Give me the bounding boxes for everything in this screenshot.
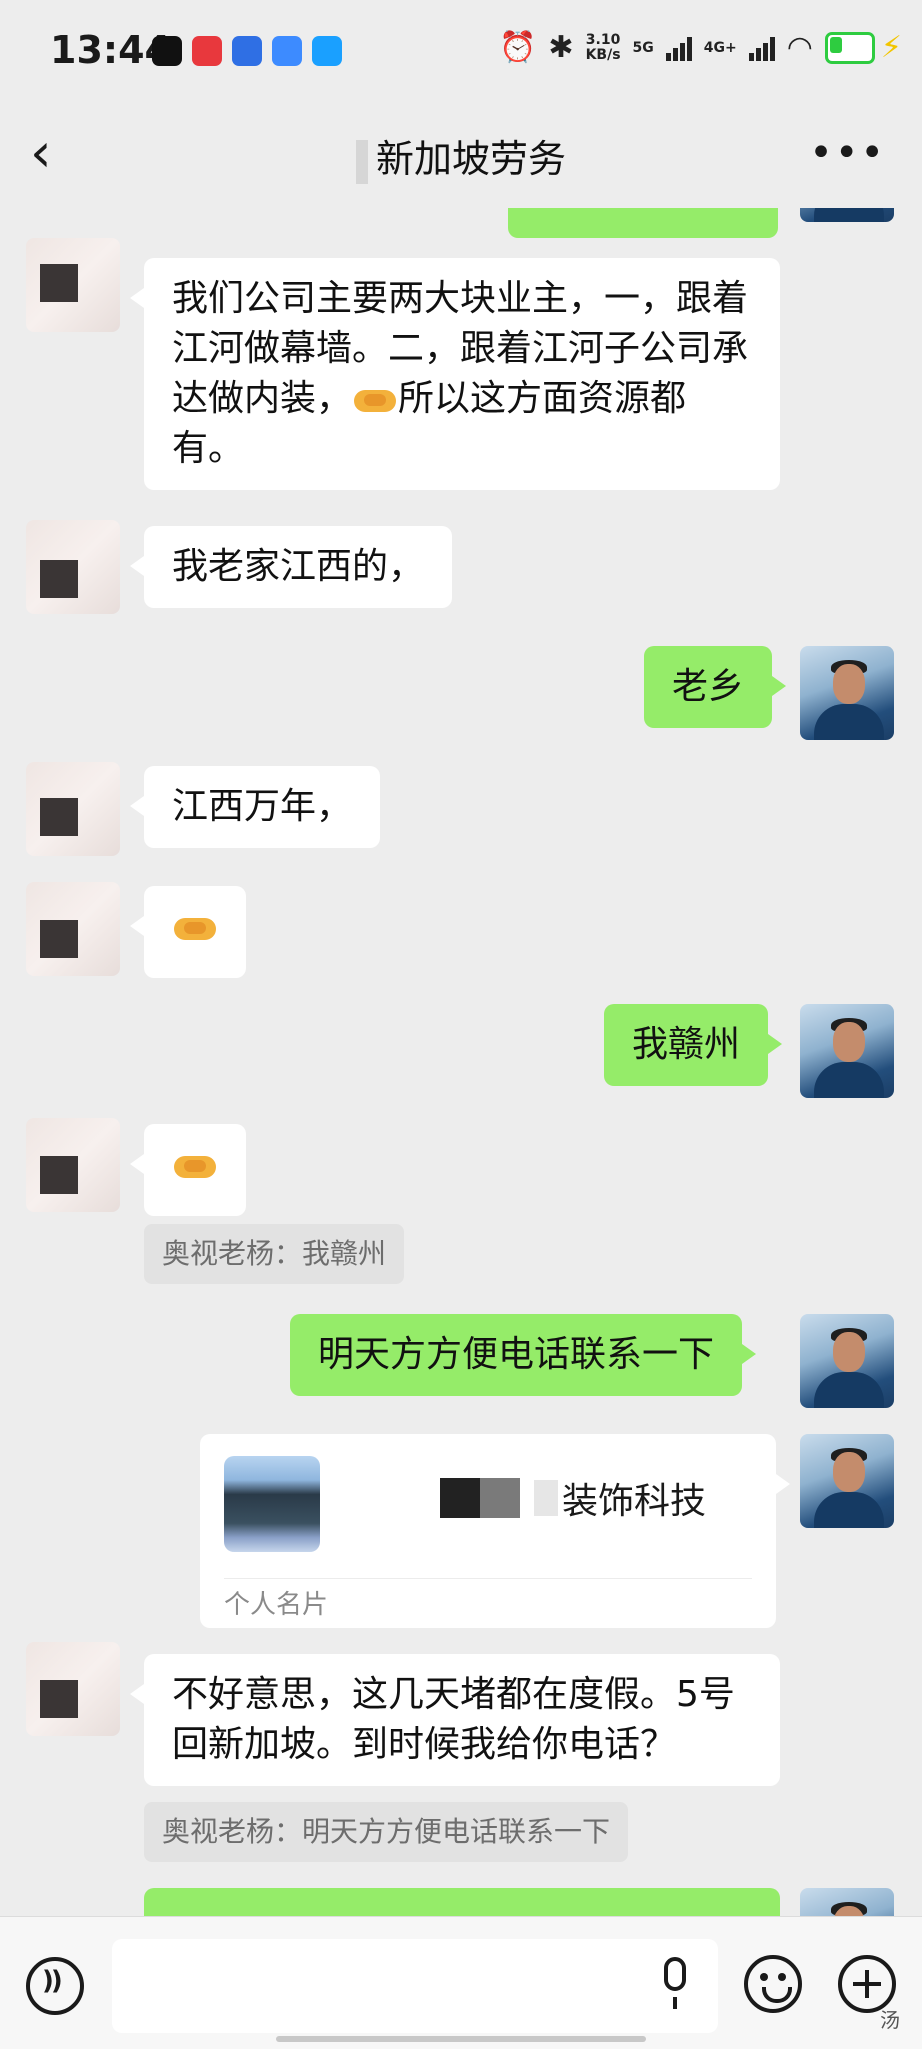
quoted-reply[interactable]: 奥视老杨：我赣州 bbox=[144, 1224, 405, 1284]
card-name-text: 装饰科技 bbox=[562, 1481, 707, 1522]
my-avatar[interactable] bbox=[800, 1004, 894, 1098]
battery-icon bbox=[824, 31, 875, 64]
contact-avatar[interactable] bbox=[26, 882, 120, 976]
mic-icon[interactable] bbox=[664, 1957, 686, 2009]
handshake-emoji-icon bbox=[352, 384, 398, 416]
baidu-icon bbox=[232, 36, 262, 66]
voice-mode-icon[interactable] bbox=[26, 1957, 84, 2015]
wifi-icon: ◠ bbox=[786, 29, 813, 65]
status-bar: 13:44 ⏰ ✱ 3.10 KB/s 5G 4G+ ◠ ⚡ bbox=[0, 0, 922, 108]
net-speed: 3.10 KB/s bbox=[585, 31, 621, 63]
network-5g: 5G bbox=[632, 39, 654, 56]
card-name-redaction bbox=[480, 1478, 520, 1518]
message-bubble-sent[interactable]: 我赣州 bbox=[604, 1004, 783, 1086]
signal-4g-icon bbox=[748, 35, 775, 61]
toutiao-icon bbox=[192, 36, 222, 66]
net-speed-value: 3.10 bbox=[585, 31, 621, 48]
quoted-reply[interactable]: 奥视老杨：明天方方便电话联系一下 bbox=[144, 1802, 629, 1862]
alarm-icon: ⏰ bbox=[499, 29, 537, 65]
contact-avatar[interactable] bbox=[26, 520, 120, 614]
card-type-label: 个人名片 bbox=[224, 1590, 329, 1620]
message-text: 江西万年， bbox=[172, 786, 353, 827]
home-indicator[interactable] bbox=[276, 2036, 646, 2042]
my-avatar[interactable] bbox=[800, 1434, 894, 1528]
contact-card[interactable]: 装饰科技 个人名片 bbox=[200, 1434, 790, 1628]
message-bubble-received[interactable]: 我们公司主要两大块业主，一，跟着江河做幕墙。二，跟着江河子公司承达做内装， 所以这… bbox=[130, 258, 780, 490]
status-indicators: ⏰ ✱ 3.10 KB/s 5G 4G+ ◠ ⚡ bbox=[499, 30, 902, 65]
contact-avatar[interactable] bbox=[26, 238, 120, 332]
my-avatar[interactable] bbox=[800, 1314, 894, 1408]
card-name-redaction bbox=[440, 1478, 480, 1518]
browser-icon bbox=[272, 36, 302, 66]
network-4g: 4G+ bbox=[703, 39, 737, 56]
partial-sent-bubble bbox=[508, 208, 778, 238]
card-name: 装饰科技 bbox=[440, 1472, 706, 1524]
my-avatar[interactable] bbox=[800, 1888, 894, 1916]
emoji-icon[interactable] bbox=[744, 1955, 802, 2013]
watermark: 汤 bbox=[880, 2008, 900, 2032]
contact-avatar[interactable] bbox=[26, 1642, 120, 1736]
my-avatar[interactable] bbox=[800, 208, 894, 222]
message-text: 我赣州 bbox=[632, 1024, 741, 1065]
handshake-emoji-icon bbox=[172, 1150, 218, 1182]
message-text: 我老家江西的， bbox=[172, 546, 425, 587]
bluetooth-icon: ✱ bbox=[548, 29, 574, 65]
handshake-emoji-icon bbox=[172, 912, 218, 944]
message-text: 明天方方便电话联系一下 bbox=[318, 1334, 715, 1375]
card-name-redaction bbox=[534, 1480, 558, 1516]
input-bar bbox=[0, 1916, 922, 2049]
message-bubble-received[interactable]: 我老家江西的， bbox=[129, 526, 453, 608]
contact-avatar[interactable] bbox=[26, 1118, 120, 1212]
tiktok-icon bbox=[152, 36, 182, 66]
card-divider bbox=[224, 1578, 752, 1579]
title-redaction bbox=[355, 139, 368, 184]
partial-sent-bubble bbox=[144, 1888, 780, 1916]
message-bubble-received[interactable] bbox=[130, 1124, 246, 1216]
card-avatar bbox=[224, 1456, 320, 1552]
message-text: 不好意思，这几天堵都在度假。5号回新加坡。到时候我给你电话？ bbox=[172, 1674, 735, 1765]
net-speed-unit: KB/s bbox=[585, 46, 621, 63]
contact-avatar[interactable] bbox=[26, 762, 120, 856]
app-icon bbox=[312, 36, 342, 66]
message-bubble-sent[interactable]: 老乡 bbox=[644, 646, 787, 728]
signal-5g-icon bbox=[665, 35, 692, 61]
more-icon[interactable]: ••• bbox=[809, 130, 886, 176]
message-bubble-received[interactable] bbox=[130, 886, 246, 978]
message-bubble-received[interactable]: 江西万年， bbox=[129, 766, 381, 848]
chat-header: ‹ 新加坡劳务 ••• bbox=[0, 108, 922, 208]
my-avatar[interactable] bbox=[800, 646, 894, 740]
message-bubble-received[interactable]: 不好意思，这几天堵都在度假。5号回新加坡。到时候我给你电话？ bbox=[130, 1654, 780, 1786]
status-app-icons bbox=[152, 36, 342, 66]
chat-title-wrap: 新加坡劳务 bbox=[0, 128, 922, 184]
message-input[interactable] bbox=[112, 1939, 718, 2033]
chat-title: 新加坡劳务 bbox=[375, 137, 566, 181]
charging-icon: ⚡ bbox=[880, 30, 902, 65]
message-text: 老乡 bbox=[672, 666, 745, 707]
chat-message-list[interactable]: 我们公司主要两大块业主，一，跟着江河做幕墙。二，跟着江河子公司承达做内装， 所以这… bbox=[0, 208, 922, 1916]
message-bubble-sent[interactable]: 明天方方便电话联系一下 bbox=[290, 1314, 757, 1396]
